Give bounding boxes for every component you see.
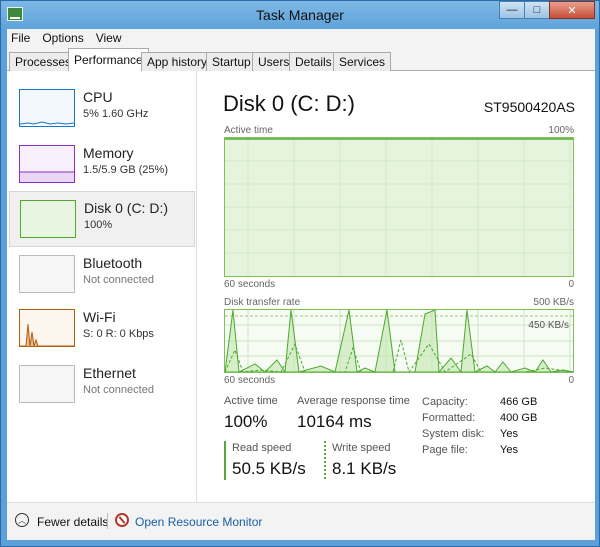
formatted-label: Formatted: [422, 412, 476, 424]
formatted-value: 400 GB [500, 412, 538, 424]
tab-startup[interactable]: Startup [206, 52, 257, 71]
sidebar-item-cpu[interactable]: CPU 5% 1.60 GHz [9, 81, 195, 137]
minimize-button[interactable]: — [499, 1, 525, 19]
sidebar-item-title: Wi-Fi [83, 309, 116, 325]
transfer-rate-graph-min: 0 [568, 375, 574, 386]
sidebar-item-title: Memory [83, 145, 134, 161]
active-time-stat-value: 100% [224, 412, 268, 431]
active-time-graph-min: 0 [568, 279, 574, 290]
menu-file[interactable]: File [11, 31, 30, 45]
resource-monitor-icon[interactable] [115, 513, 129, 527]
menu-view[interactable]: View [96, 31, 122, 45]
transfer-rate-plot [224, 309, 574, 374]
transfer-rate-graph: 450 KB/s [224, 309, 574, 374]
system-disk-value: Yes [500, 428, 518, 440]
write-speed-marker [324, 441, 326, 480]
tab-bar: Processes Performance App history Startu… [7, 47, 595, 72]
cpu-graph-thumbnail [19, 89, 75, 127]
response-time-stat-label: Average response time [297, 395, 410, 407]
active-time-graph [224, 137, 574, 277]
sidebar-item-bluetooth[interactable]: Bluetooth Not connected [9, 247, 195, 303]
close-button[interactable]: ✕ [549, 1, 595, 19]
sidebar-item-title: CPU [83, 89, 113, 105]
capacity-value: 466 GB [500, 396, 538, 408]
sidebar-item-disk[interactable]: Disk 0 (C: D:) 100% [9, 191, 195, 247]
active-time-span-label: 60 seconds [224, 279, 276, 290]
cpu-sparkline [19, 121, 75, 125]
read-speed-value: 50.5 KB/s [232, 459, 306, 478]
footer-divider [107, 513, 108, 529]
bluetooth-graph-thumbnail [19, 255, 75, 293]
read-speed-marker [224, 441, 226, 480]
chevron-up-icon[interactable]: ︿ [15, 513, 29, 527]
ethernet-graph-thumbnail [19, 365, 75, 403]
sidebar-item-subtitle: 5% 1.60 GHz [83, 108, 149, 120]
write-speed-label: Write speed [332, 442, 391, 454]
menu-options[interactable]: Options [42, 31, 83, 45]
disk-detail-pane: Disk 0 (C: D:) ST9500420AS Active time 1… [207, 71, 595, 502]
active-time-fill [225, 138, 573, 276]
page-file-label: Page file: [422, 444, 468, 456]
sidebar-item-subtitle: Not connected [83, 384, 154, 396]
footer-bar: ︿ Fewer details Open Resource Monitor [7, 502, 595, 540]
disk-title: Disk 0 (C: D:) [223, 91, 355, 116]
sidebar-item-subtitle: 1.5/5.9 GB (25%) [83, 164, 168, 176]
open-resource-monitor-link[interactable]: Open Resource Monitor [135, 515, 262, 529]
wifi-sparkline [20, 323, 74, 347]
resource-sidebar: CPU 5% 1.60 GHz Memory 1.5/5.9 GB (25%) … [7, 71, 197, 502]
sidebar-item-title: Ethernet [83, 365, 136, 381]
active-time-graph-max: 100% [548, 125, 574, 136]
system-disk-label: System disk: [422, 428, 485, 440]
active-time-stat-label: Active time [224, 395, 278, 407]
title-bar[interactable]: Task Manager — □ ✕ [1, 1, 599, 29]
write-speed-value: 8.1 KB/s [332, 459, 397, 478]
fewer-details-button[interactable]: Fewer details [37, 515, 108, 529]
tab-performance[interactable]: Performance [68, 48, 149, 72]
read-speed-label: Read speed [232, 442, 292, 454]
sidebar-item-wifi[interactable]: Wi-Fi S: 0 R: 0 Kbps [9, 301, 195, 357]
sidebar-item-memory[interactable]: Memory 1.5/5.9 GB (25%) [9, 137, 195, 193]
tab-details[interactable]: Details [289, 52, 338, 71]
maximize-button[interactable]: □ [524, 1, 550, 19]
wifi-graph-thumbnail [19, 309, 75, 347]
task-manager-window: Task Manager — □ ✕ File Options View Pro… [0, 0, 600, 547]
disk-graph-thumbnail [20, 200, 76, 238]
window-controls: — □ ✕ [499, 1, 595, 21]
capacity-label: Capacity: [422, 396, 468, 408]
page-file-value: Yes [500, 444, 518, 456]
transfer-rate-span-label: 60 seconds [224, 375, 276, 386]
tab-processes[interactable]: Processes [9, 52, 78, 71]
active-time-graph-label: Active time [224, 125, 273, 136]
sidebar-item-subtitle: S: 0 R: 0 Kbps [83, 328, 154, 340]
menu-bar: File Options View [7, 29, 595, 47]
sidebar-item-ethernet[interactable]: Ethernet Not connected [9, 357, 195, 413]
active-time-plot [225, 138, 573, 276]
tab-services[interactable]: Services [333, 52, 392, 71]
transfer-scale-label: 450 KB/s [528, 320, 569, 331]
memory-graph-thumbnail [19, 145, 75, 183]
sidebar-item-subtitle: 100% [84, 219, 113, 231]
sidebar-item-title: Bluetooth [83, 255, 143, 271]
transfer-rate-graph-max: 500 KB/s [533, 297, 574, 308]
sidebar-item-subtitle: Not connected [83, 274, 154, 286]
response-time-stat-value: 10164 ms [297, 412, 372, 431]
transfer-rate-graph-label: Disk transfer rate [224, 297, 301, 308]
memory-sparkline [20, 171, 74, 182]
performance-panel: CPU 5% 1.60 GHz Memory 1.5/5.9 GB (25%) … [7, 71, 595, 502]
tab-app-history[interactable]: App history [141, 52, 214, 71]
sidebar-item-title: Disk 0 (C: D:) [84, 200, 168, 216]
disk-model: ST9500420AS [483, 99, 575, 115]
